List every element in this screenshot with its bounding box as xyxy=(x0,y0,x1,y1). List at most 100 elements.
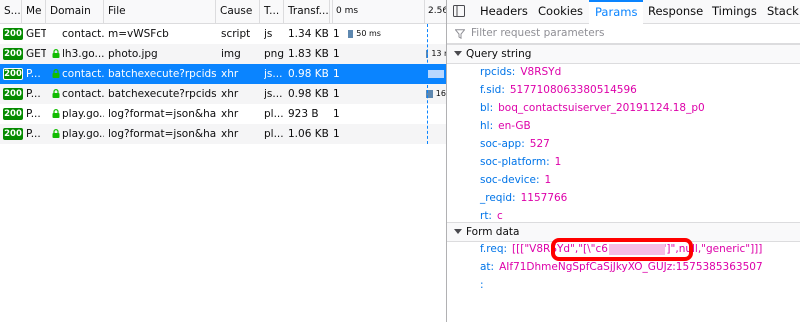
column-file[interactable]: File xyxy=(104,0,216,23)
param-value[interactable]: V8RSYd xyxy=(520,63,561,81)
param-key: soc-app: xyxy=(480,138,525,150)
highlight-annotation xyxy=(551,238,693,261)
domain-cell: contact... xyxy=(62,88,104,100)
transferred-cell: 1.34 KB xyxy=(288,28,329,40)
timing-label: 50 ms xyxy=(356,29,381,38)
query-string-section-header[interactable]: Query string xyxy=(447,44,800,64)
param-key: hl: xyxy=(480,120,494,132)
column-cause[interactable]: Cause xyxy=(216,0,260,23)
tab-stack-trace[interactable]: Stack T xyxy=(761,0,800,23)
domain-cell: lh3.go... xyxy=(62,48,104,60)
param-row: hl: en-GB xyxy=(447,117,800,135)
size-cell: 1 xyxy=(333,28,340,40)
tab-params[interactable]: Params xyxy=(589,0,644,24)
size-cell: 1 xyxy=(333,128,340,140)
domain-cell: play.go... xyxy=(62,108,104,120)
size-cell: 1 xyxy=(333,48,340,60)
param-value[interactable]: 5177108063380514596 xyxy=(510,81,637,99)
tab-cookies[interactable]: Cookies xyxy=(532,0,589,23)
request-row[interactable]: 200GET contact... m=vWSFcb script js 1.34 KB 1… xyxy=(0,24,446,44)
tab-response[interactable]: Response xyxy=(642,0,709,23)
params-filter-bar xyxy=(447,24,800,44)
size-cell: 1 xyxy=(333,68,340,80)
transferred-cell: 1.06 KB xyxy=(288,128,329,140)
request-row[interactable]: 200P... contact... batchexecute?rpcids=...… xyxy=(0,84,446,104)
column-waterfall[interactable]: 0 ms 2.56 xyxy=(330,0,446,23)
param-value[interactable]: 1 xyxy=(555,153,562,171)
timing-label: 13 ms xyxy=(431,49,446,58)
type-cell: pl... xyxy=(264,128,284,140)
filter-params-input[interactable] xyxy=(471,25,791,41)
param-key: _reqid: xyxy=(480,192,516,204)
column-status[interactable]: S... xyxy=(0,0,22,23)
transferred-cell: 0.98 KB xyxy=(288,68,329,80)
size-cell: 1 xyxy=(333,88,340,100)
status-badge: 200 xyxy=(3,88,23,100)
param-row: soc-app: 527 xyxy=(447,135,800,153)
section-title: Query string xyxy=(466,48,532,60)
method-cell: P... xyxy=(26,68,41,80)
param-value[interactable]: 527 xyxy=(530,135,550,153)
param-row: bl: boq_contactsuiserver_20191124.18_p0 xyxy=(447,99,800,117)
size-cell: 1 xyxy=(333,108,340,120)
method-cell: GET xyxy=(26,28,46,40)
param-row: soc-platform: 1 xyxy=(447,153,800,171)
param-value[interactable]: en-GB xyxy=(498,117,531,135)
param-row: : xyxy=(447,276,800,294)
toggle-panel-icon[interactable] xyxy=(453,5,465,17)
request-row[interactable]: 200P... contact... batchexecute?rpcids=...… xyxy=(0,64,446,84)
request-list-header: S... Me Domain File Cause T... Transf...… xyxy=(0,0,446,24)
cause-cell: img xyxy=(221,48,241,60)
column-domain[interactable]: Domain xyxy=(46,0,104,23)
tab-headers[interactable]: Headers xyxy=(474,0,534,23)
chevron-down-icon xyxy=(454,51,462,56)
transferred-cell: 923 B xyxy=(288,108,319,120)
status-badge: 200 xyxy=(3,68,23,80)
cause-cell: xhr xyxy=(221,128,239,140)
file-cell: m=vWSFcb xyxy=(108,28,169,40)
param-key: rpcids: xyxy=(480,66,516,78)
waterfall-bar xyxy=(347,30,354,38)
param-value[interactable]: 1 xyxy=(544,171,551,189)
file-cell: log?format=json&has... xyxy=(108,128,216,140)
method-cell: P... xyxy=(26,108,41,120)
param-key: bl: xyxy=(480,102,494,114)
column-method[interactable]: Me xyxy=(22,0,46,23)
type-cell: pl... xyxy=(264,108,284,120)
request-row[interactable]: 200P... play.go... log?format=json&has... x… xyxy=(0,104,446,124)
waterfall-timeline-marker xyxy=(427,24,428,144)
param-value[interactable]: boq_contactsuiserver_20191124.18_p0 xyxy=(498,99,705,117)
cause-cell: xhr xyxy=(221,68,239,80)
domain-cell: contact... xyxy=(62,28,104,40)
status-badge: 200 xyxy=(3,48,23,60)
cause-cell: xhr xyxy=(221,88,239,100)
request-row[interactable]: 200 GET lh3.go... photo.jpg img png 1.83 KB 1 13… xyxy=(0,44,446,64)
tab-timings[interactable]: Timings xyxy=(706,0,763,23)
method-cell: P... xyxy=(26,88,41,100)
domain-cell: contact... xyxy=(62,68,104,80)
type-cell: js... xyxy=(264,88,283,100)
section-title: Form data xyxy=(466,226,520,238)
request-row[interactable]: 200P... play.go... log?format=json&has... x… xyxy=(0,124,446,144)
file-cell: batchexecute?rpcids=... xyxy=(108,88,216,100)
param-value[interactable]: 1157766 xyxy=(521,189,568,207)
request-details-panel: Headers Cookies Params Response Timings … xyxy=(447,0,800,322)
transferred-cell: 0.98 KB xyxy=(288,88,329,100)
status-badge: 200 xyxy=(3,128,23,140)
file-cell: batchexecute?rpcids=... xyxy=(108,68,216,80)
waterfall-tick: 0 ms xyxy=(332,0,358,23)
param-row: f.sid: 5177108063380514596 xyxy=(447,81,800,99)
param-row: soc-device: 1 xyxy=(447,171,800,189)
filter-icon xyxy=(454,29,466,40)
type-cell: png xyxy=(264,48,284,60)
column-transferred[interactable]: Transf... xyxy=(284,0,330,23)
file-cell: photo.jpg xyxy=(108,48,158,60)
status-badge: 200 xyxy=(3,28,23,40)
param-key: : xyxy=(480,279,484,291)
param-key: at: xyxy=(480,261,495,273)
param-row: _reqid: 1157766 xyxy=(447,189,800,207)
status-badge: 200 xyxy=(3,108,23,120)
waterfall-tick: 2.56 xyxy=(424,0,446,23)
column-type[interactable]: T... xyxy=(260,0,284,23)
details-tabbar: Headers Cookies Params Response Timings … xyxy=(447,0,800,24)
